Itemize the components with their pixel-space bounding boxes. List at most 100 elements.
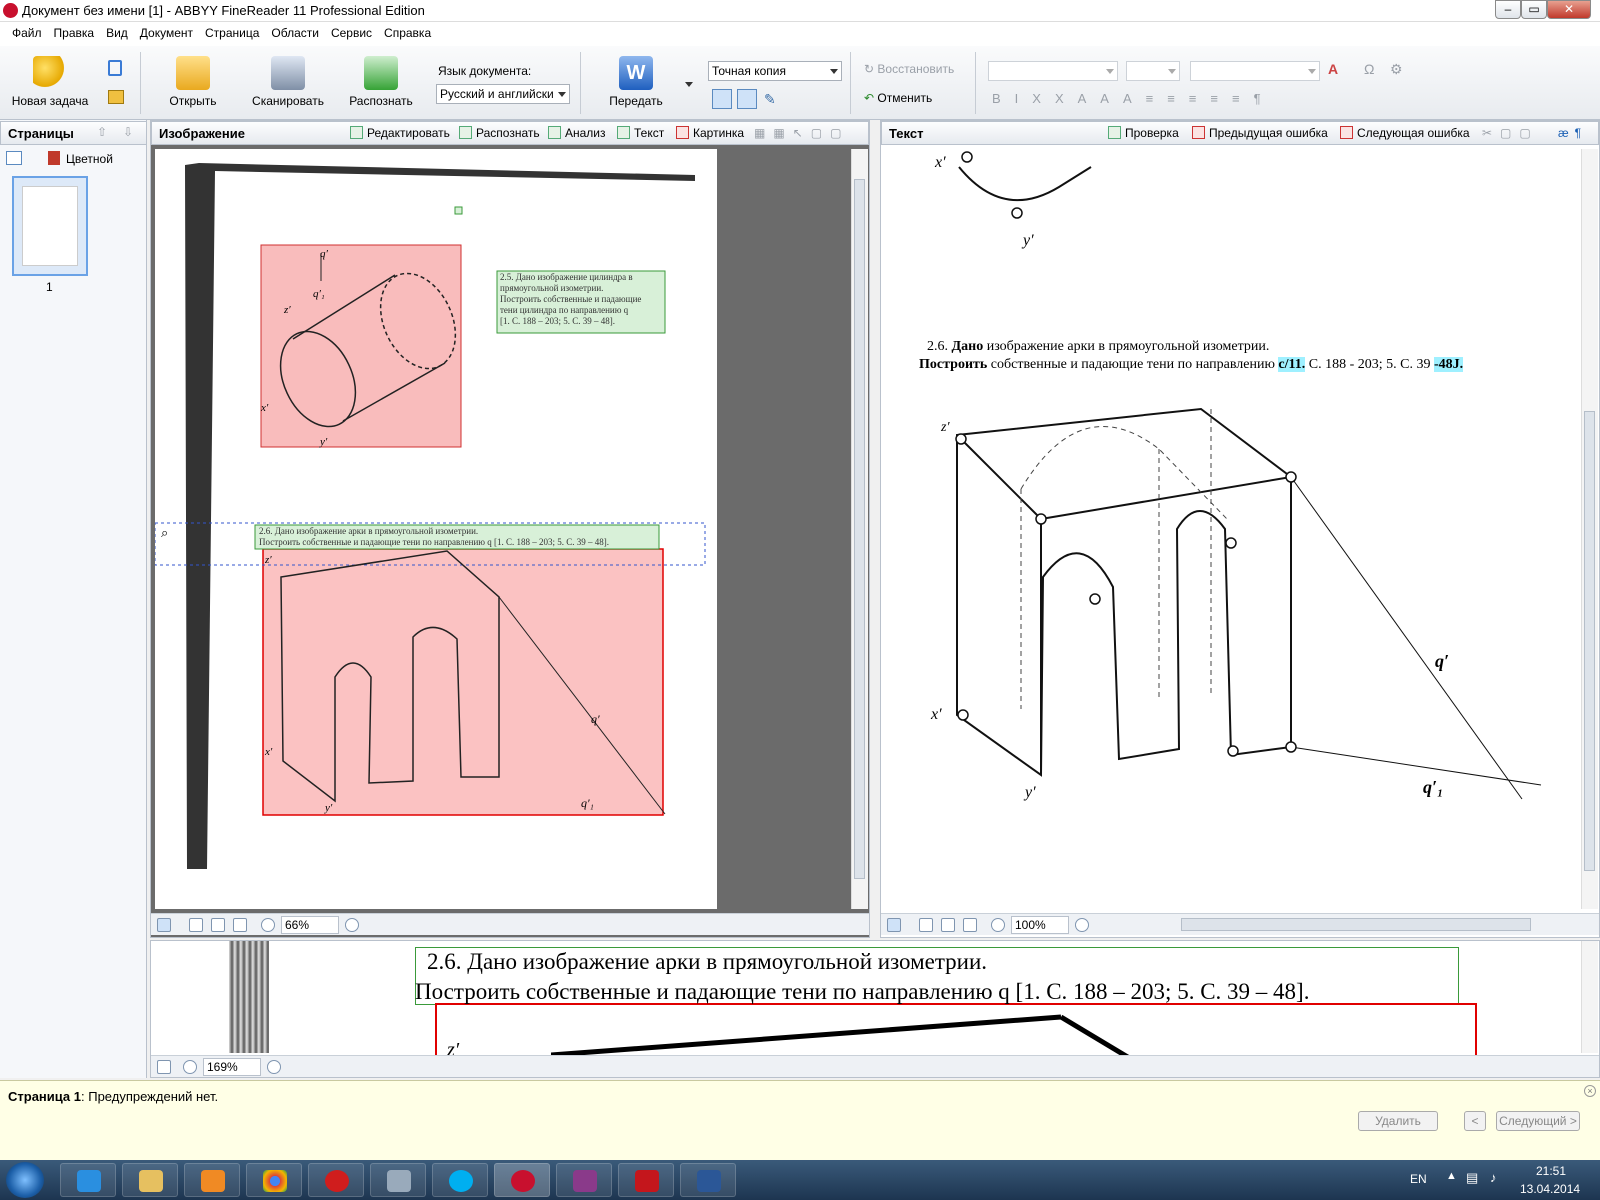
- fit-height-icon[interactable]: [963, 918, 977, 932]
- text-zoom-select[interactable]: 100%: [1011, 916, 1069, 934]
- volume-icon[interactable]: ♪: [1490, 1170, 1497, 1185]
- fit-page-icon[interactable]: [189, 918, 203, 932]
- chrome-taskbar-button[interactable]: [246, 1163, 302, 1197]
- close-warnings-icon[interactable]: ×: [1584, 1085, 1596, 1097]
- winrar-taskbar-button[interactable]: [556, 1163, 612, 1197]
- tray-arrow-icon[interactable]: ▲: [1446, 1170, 1457, 1182]
- zoom-in-icon[interactable]: [1075, 918, 1089, 932]
- menu-edit[interactable]: Правка: [48, 22, 101, 44]
- recognize-button[interactable]: Распознать: [346, 56, 416, 108]
- opera-taskbar-button[interactable]: [308, 1163, 364, 1197]
- fit-height-icon[interactable]: [233, 918, 247, 932]
- network-icon[interactable]: ▤: [1466, 1170, 1478, 1186]
- color-mode-label[interactable]: Цветной: [66, 152, 113, 166]
- format-select[interactable]: Точная копия: [708, 61, 842, 81]
- menu-page[interactable]: Страница: [199, 22, 265, 44]
- clock-date[interactable]: 13.04.2014: [1520, 1182, 1580, 1196]
- menu-view[interactable]: Вид: [100, 22, 134, 44]
- explorer-taskbar-button[interactable]: [122, 1163, 178, 1197]
- zoom-out-icon[interactable]: [261, 918, 275, 932]
- text-tools-icon[interactable]: ✂▢▢: [1482, 126, 1539, 140]
- image-zoom-select[interactable]: 66%: [281, 916, 339, 934]
- text-horizontal-scrollbar[interactable]: [1181, 918, 1531, 931]
- tools-icon[interactable]: ⚙: [1390, 61, 1403, 78]
- zoom-out-icon[interactable]: [183, 1060, 197, 1074]
- minimize-button[interactable]: –: [1495, 0, 1521, 19]
- zoom-text-line-1: 2.6. Дано изображение арки в прямоугольн…: [427, 949, 988, 974]
- clock-time[interactable]: 21:51: [1536, 1164, 1566, 1178]
- menu-file[interactable]: Файл: [6, 22, 48, 44]
- page-thumbnail[interactable]: [12, 176, 88, 276]
- text-block-2-5[interactable]: 2.5. Дано изображение цилиндра в прямоуго…: [500, 272, 641, 327]
- word-taskbar-button[interactable]: [680, 1163, 736, 1197]
- finereader-taskbar-button[interactable]: [494, 1163, 550, 1197]
- zoom-vertical-scrollbar[interactable]: [1581, 941, 1598, 1053]
- font-name-select[interactable]: [988, 61, 1118, 81]
- paragraph-icon[interactable]: æ¶: [1558, 126, 1587, 140]
- text-vertical-scrollbar[interactable]: [1581, 149, 1598, 909]
- menu-service[interactable]: Сервис: [325, 22, 378, 44]
- next-warning-button[interactable]: Следующий >: [1496, 1111, 1580, 1131]
- zoom-in-icon[interactable]: [267, 1060, 281, 1074]
- menu-areas[interactable]: Области: [265, 22, 325, 44]
- start-button[interactable]: [6, 1162, 44, 1198]
- image-vertical-scrollbar[interactable]: [851, 149, 868, 909]
- next-error-button[interactable]: Следующая ошибка: [1340, 126, 1470, 140]
- delete-button[interactable]: Удалить: [1358, 1111, 1438, 1131]
- settings-icon[interactable]: ✎: [764, 91, 776, 108]
- thumbnail-view-icon[interactable]: [6, 151, 22, 165]
- fit-icon[interactable]: [157, 918, 171, 932]
- picture-area-tool[interactable]: Картинка: [676, 126, 744, 140]
- text-area-icon: [617, 126, 630, 139]
- special-chars-icon[interactable]: Ω: [1364, 61, 1374, 77]
- menu-help[interactable]: Справка: [378, 22, 437, 44]
- text-block-2-6[interactable]: 2.6. Дано изображение арки в прямоугольн…: [259, 526, 609, 548]
- ie-taskbar-button[interactable]: [60, 1163, 116, 1197]
- page-up-icon[interactable]: ⇧: [97, 125, 107, 139]
- area-tools-icon[interactable]: ▦▦↖▢▢: [754, 126, 849, 140]
- undo-button[interactable]: ↶ Отменить: [864, 91, 932, 105]
- fit-width-icon[interactable]: [941, 918, 955, 932]
- send-dropdown-icon[interactable]: [685, 82, 693, 87]
- layout-icon[interactable]: [712, 89, 732, 109]
- open-button[interactable]: Открыть: [160, 56, 226, 108]
- language-indicator[interactable]: EN: [1410, 1172, 1427, 1186]
- zoom-out-icon[interactable]: [991, 918, 1005, 932]
- recognized-text-line-2[interactable]: Построить собственные и падающие тени по…: [919, 357, 1464, 373]
- page-down-icon[interactable]: ⇩: [123, 125, 133, 139]
- fit-width-icon[interactable]: [211, 918, 225, 932]
- text-area-tool[interactable]: Текст: [617, 126, 664, 140]
- send-button[interactable]: W Передать: [605, 56, 667, 108]
- text-panel-header: Текст Проверка Предыдущая ошибка Следующ…: [881, 121, 1599, 145]
- close-button[interactable]: ✕: [1547, 0, 1591, 19]
- zoom-in-icon[interactable]: [345, 918, 359, 932]
- skype-taskbar-button[interactable]: [432, 1163, 488, 1197]
- calculator-taskbar-button[interactable]: [370, 1163, 426, 1197]
- fit-icon[interactable]: [887, 918, 901, 932]
- fit-page-icon[interactable]: [919, 918, 933, 932]
- doc-lang-select[interactable]: Русский и английски: [436, 84, 570, 104]
- prev-warning-button[interactable]: <: [1464, 1111, 1486, 1131]
- recognized-text-line-1[interactable]: 2.6. Дано изображение арки в прямоугольн…: [927, 339, 1269, 355]
- text-layout-icon[interactable]: [737, 89, 757, 109]
- font-size-select[interactable]: [1126, 61, 1180, 81]
- recognize-tool[interactable]: Распознать: [459, 126, 540, 140]
- copy-icon[interactable]: [108, 60, 122, 76]
- edit-tool[interactable]: Редактировать: [350, 126, 450, 140]
- prev-error-button[interactable]: Предыдущая ошибка: [1192, 126, 1328, 140]
- actual-size-icon[interactable]: [157, 1060, 171, 1074]
- menu-document[interactable]: Документ: [134, 22, 199, 44]
- media-taskbar-button[interactable]: [184, 1163, 240, 1197]
- format-buttons-icon[interactable]: BIXXAAA≡≡≡≡≡¶: [992, 91, 1275, 106]
- maximize-button[interactable]: ▭: [1521, 0, 1547, 19]
- style-select[interactable]: [1190, 61, 1320, 81]
- new-task-button[interactable]: Новая задача: [10, 56, 90, 108]
- acrobat-taskbar-button[interactable]: [618, 1163, 674, 1197]
- font-color-icon[interactable]: A: [1328, 61, 1338, 77]
- folder-icon[interactable]: [108, 90, 124, 104]
- check-button[interactable]: Проверка: [1108, 126, 1179, 140]
- zoom-panel-select[interactable]: 169%: [203, 1058, 261, 1076]
- analyze-tool[interactable]: Анализ: [548, 126, 606, 140]
- restore-button[interactable]: ↻ Восстановить: [864, 62, 954, 76]
- scan-button[interactable]: Сканировать: [250, 56, 326, 108]
